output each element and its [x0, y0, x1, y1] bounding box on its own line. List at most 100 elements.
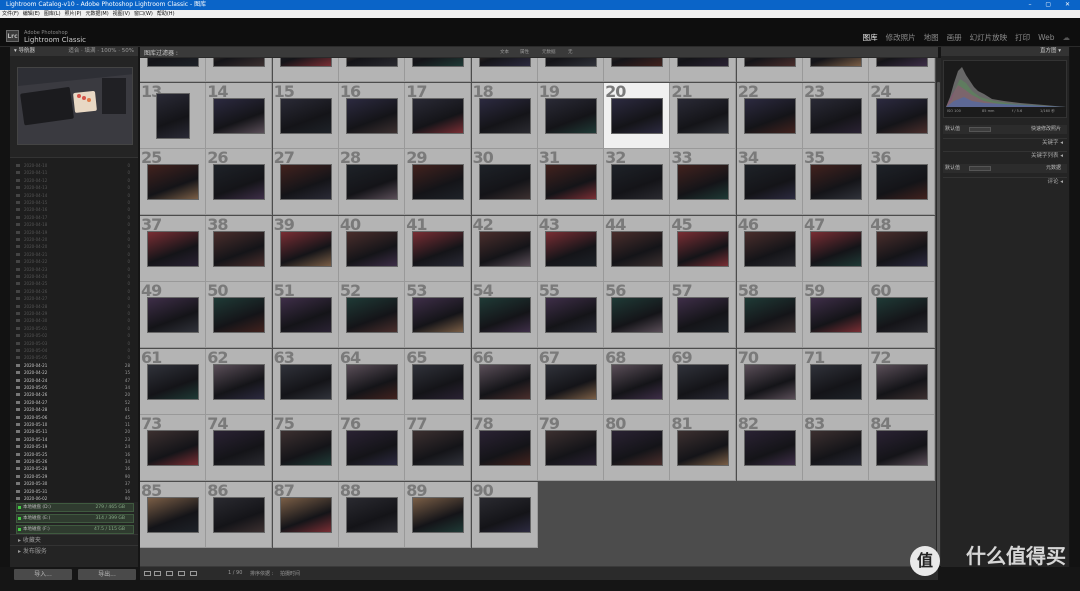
thumbnail-cell[interactable]: 12 [869, 58, 936, 82]
thumbnail-image[interactable] [810, 164, 862, 200]
thumbnail-cell[interactable]: 23 [803, 82, 869, 149]
thumbnail-image[interactable] [743, 297, 796, 333]
thumbnail-image[interactable] [677, 430, 730, 466]
thumbnail-cell[interactable]: 56 [604, 282, 671, 348]
thumbnail-image[interactable] [810, 297, 862, 333]
thumbnail-cell[interactable]: 53 [405, 282, 472, 348]
thumbnail-cell[interactable]: 34 [736, 149, 803, 215]
thumbnail-cell[interactable]: 2 [206, 58, 273, 82]
thumbnail-cell[interactable]: 19 [537, 82, 604, 149]
thumbnail-image[interactable] [213, 496, 266, 533]
keyword-list-header[interactable]: 关键字列表 ◂ [943, 151, 1067, 160]
thumbnail-cell[interactable]: 16 [338, 82, 405, 149]
module-tab[interactable]: 修改照片 [886, 33, 916, 42]
folder-row[interactable]: 2020-05-28 16 [16, 465, 134, 472]
thumbnail-image[interactable] [412, 430, 465, 466]
collections-section[interactable]: ▸ 收藏夹 [10, 534, 138, 545]
thumbnail-image[interactable] [213, 363, 266, 400]
folder-row[interactable]: 2020-05-10 11 [16, 421, 134, 428]
thumbnail-image[interactable] [611, 363, 664, 400]
thumbnail-image[interactable] [412, 230, 465, 267]
thumbnail-cell[interactable]: 29 [405, 149, 472, 215]
folder-row[interactable]: 2020-05-26 34 [16, 458, 134, 465]
keywording-header[interactable]: 关键字 ◂ [943, 138, 1067, 147]
thumbnail-image[interactable] [279, 164, 332, 200]
folder-row[interactable]: 2020-05-30 37 [16, 480, 134, 487]
filter-tab-metadata[interactable]: 元数据 [542, 49, 556, 56]
thumbnail-image[interactable] [345, 430, 398, 466]
thumbnail-image[interactable] [743, 58, 796, 67]
thumbnail-cell[interactable]: 7 [537, 58, 604, 82]
thumbnail-image[interactable] [412, 164, 465, 200]
thumbnail-image[interactable] [147, 496, 199, 533]
thumbnail-image[interactable] [810, 58, 862, 67]
thumbnail-cell[interactable]: 13 [140, 82, 206, 149]
thumbnail-image[interactable] [345, 164, 398, 200]
folder-row[interactable]: 2020-05-03 0 [16, 340, 134, 347]
thumbnail-cell[interactable]: 6 [471, 58, 538, 82]
thumbnail-image[interactable] [412, 297, 465, 333]
folder-row[interactable]: 2020-04-28 61 [16, 406, 134, 413]
thumbnail-image[interactable] [279, 97, 332, 134]
thumbnail-image[interactable] [743, 97, 796, 134]
folder-row[interactable]: 2020-04-23 0 [16, 266, 134, 273]
export-button[interactable]: 导出... [78, 569, 136, 580]
thumbnail-image[interactable] [810, 97, 862, 134]
thumbnail-image[interactable] [147, 230, 199, 267]
menu-item[interactable]: 元数据(M) [85, 11, 108, 17]
thumbnail-image[interactable] [677, 97, 730, 134]
thumbnail-cell[interactable]: 81 [670, 415, 737, 481]
thumbnail-cell[interactable]: 37 [140, 215, 206, 282]
thumbnail-cell[interactable]: 66 [471, 348, 538, 415]
thumbnail-image[interactable] [544, 430, 597, 466]
thumbnail-cell[interactable]: 26 [206, 149, 273, 215]
folder-row[interactable]: 2020-05-05 34 [16, 384, 134, 391]
filter-tab-none[interactable]: 无 [568, 49, 573, 56]
folder-row[interactable]: 2020-05-25 16 [16, 451, 134, 458]
thumbnail-image[interactable] [611, 97, 664, 134]
thumbnail-image[interactable] [611, 58, 664, 67]
folder-row[interactable]: 2020-04-19 0 [16, 229, 134, 236]
thumbnail-cell[interactable]: 24 [869, 82, 936, 149]
thumbnail-cell[interactable]: 15 [272, 82, 339, 149]
thumbnail-cell[interactable]: 49 [140, 282, 206, 348]
thumbnail-cell[interactable]: 47 [803, 215, 869, 282]
thumbnail-cell[interactable]: 17 [405, 82, 472, 149]
thumbnail-cell[interactable]: 35 [803, 149, 869, 215]
volume-row[interactable]: 本地磁盘 (E:) 314 / 399 GB [16, 514, 134, 523]
menu-item[interactable]: 图库(L) [44, 11, 61, 17]
thumbnail-image[interactable] [478, 230, 531, 267]
thumbnail-cell[interactable]: 14 [206, 82, 273, 149]
folder-row[interactable]: 2020-05-19 24 [16, 443, 134, 450]
thumbnail-cell[interactable]: 51 [272, 282, 339, 348]
thumbnail-image[interactable] [345, 496, 398, 533]
loupe-view-icon[interactable] [154, 571, 161, 576]
thumbnail-cell[interactable]: 85 [140, 481, 206, 548]
thumbnail-cell[interactable]: 83 [803, 415, 869, 481]
thumbnail-cell[interactable]: 30 [471, 149, 538, 215]
module-tab[interactable]: 地图 [924, 33, 939, 42]
thumbnail-image[interactable] [156, 92, 190, 139]
thumbnail-image[interactable] [478, 363, 531, 400]
thumbnail-image[interactable] [544, 297, 597, 333]
thumbnail-cell[interactable]: 28 [338, 149, 405, 215]
thumbnail-cell[interactable]: 73 [140, 415, 206, 481]
thumbnail-cell[interactable]: 54 [471, 282, 538, 348]
menu-item[interactable]: 照片(P) [65, 11, 82, 17]
thumbnail-cell[interactable]: 8 [604, 58, 671, 82]
folder-row[interactable]: 2020-05-04 0 [16, 347, 134, 354]
filter-tab-attribute[interactable]: 属性 [520, 49, 529, 56]
thumbnail-cell[interactable]: 45 [670, 215, 737, 282]
thumbnail-image[interactable] [544, 363, 597, 400]
thumbnail-image[interactable] [876, 430, 929, 466]
thumbnail-image[interactable] [279, 430, 332, 466]
thumbnail-cell[interactable]: 27 [272, 149, 339, 215]
thumbnail-image[interactable] [478, 297, 531, 333]
menu-item[interactable]: 帮助(H) [157, 11, 175, 17]
thumbnail-image[interactable] [611, 164, 664, 200]
thumbnail-cell[interactable]: 88 [338, 481, 405, 548]
thumbnail-cell[interactable]: 48 [869, 215, 936, 282]
thumbnail-image[interactable] [345, 297, 398, 333]
folder-row[interactable]: 2020-06-02 90 [16, 495, 134, 502]
thumbnail-cell[interactable]: 87 [272, 481, 339, 548]
